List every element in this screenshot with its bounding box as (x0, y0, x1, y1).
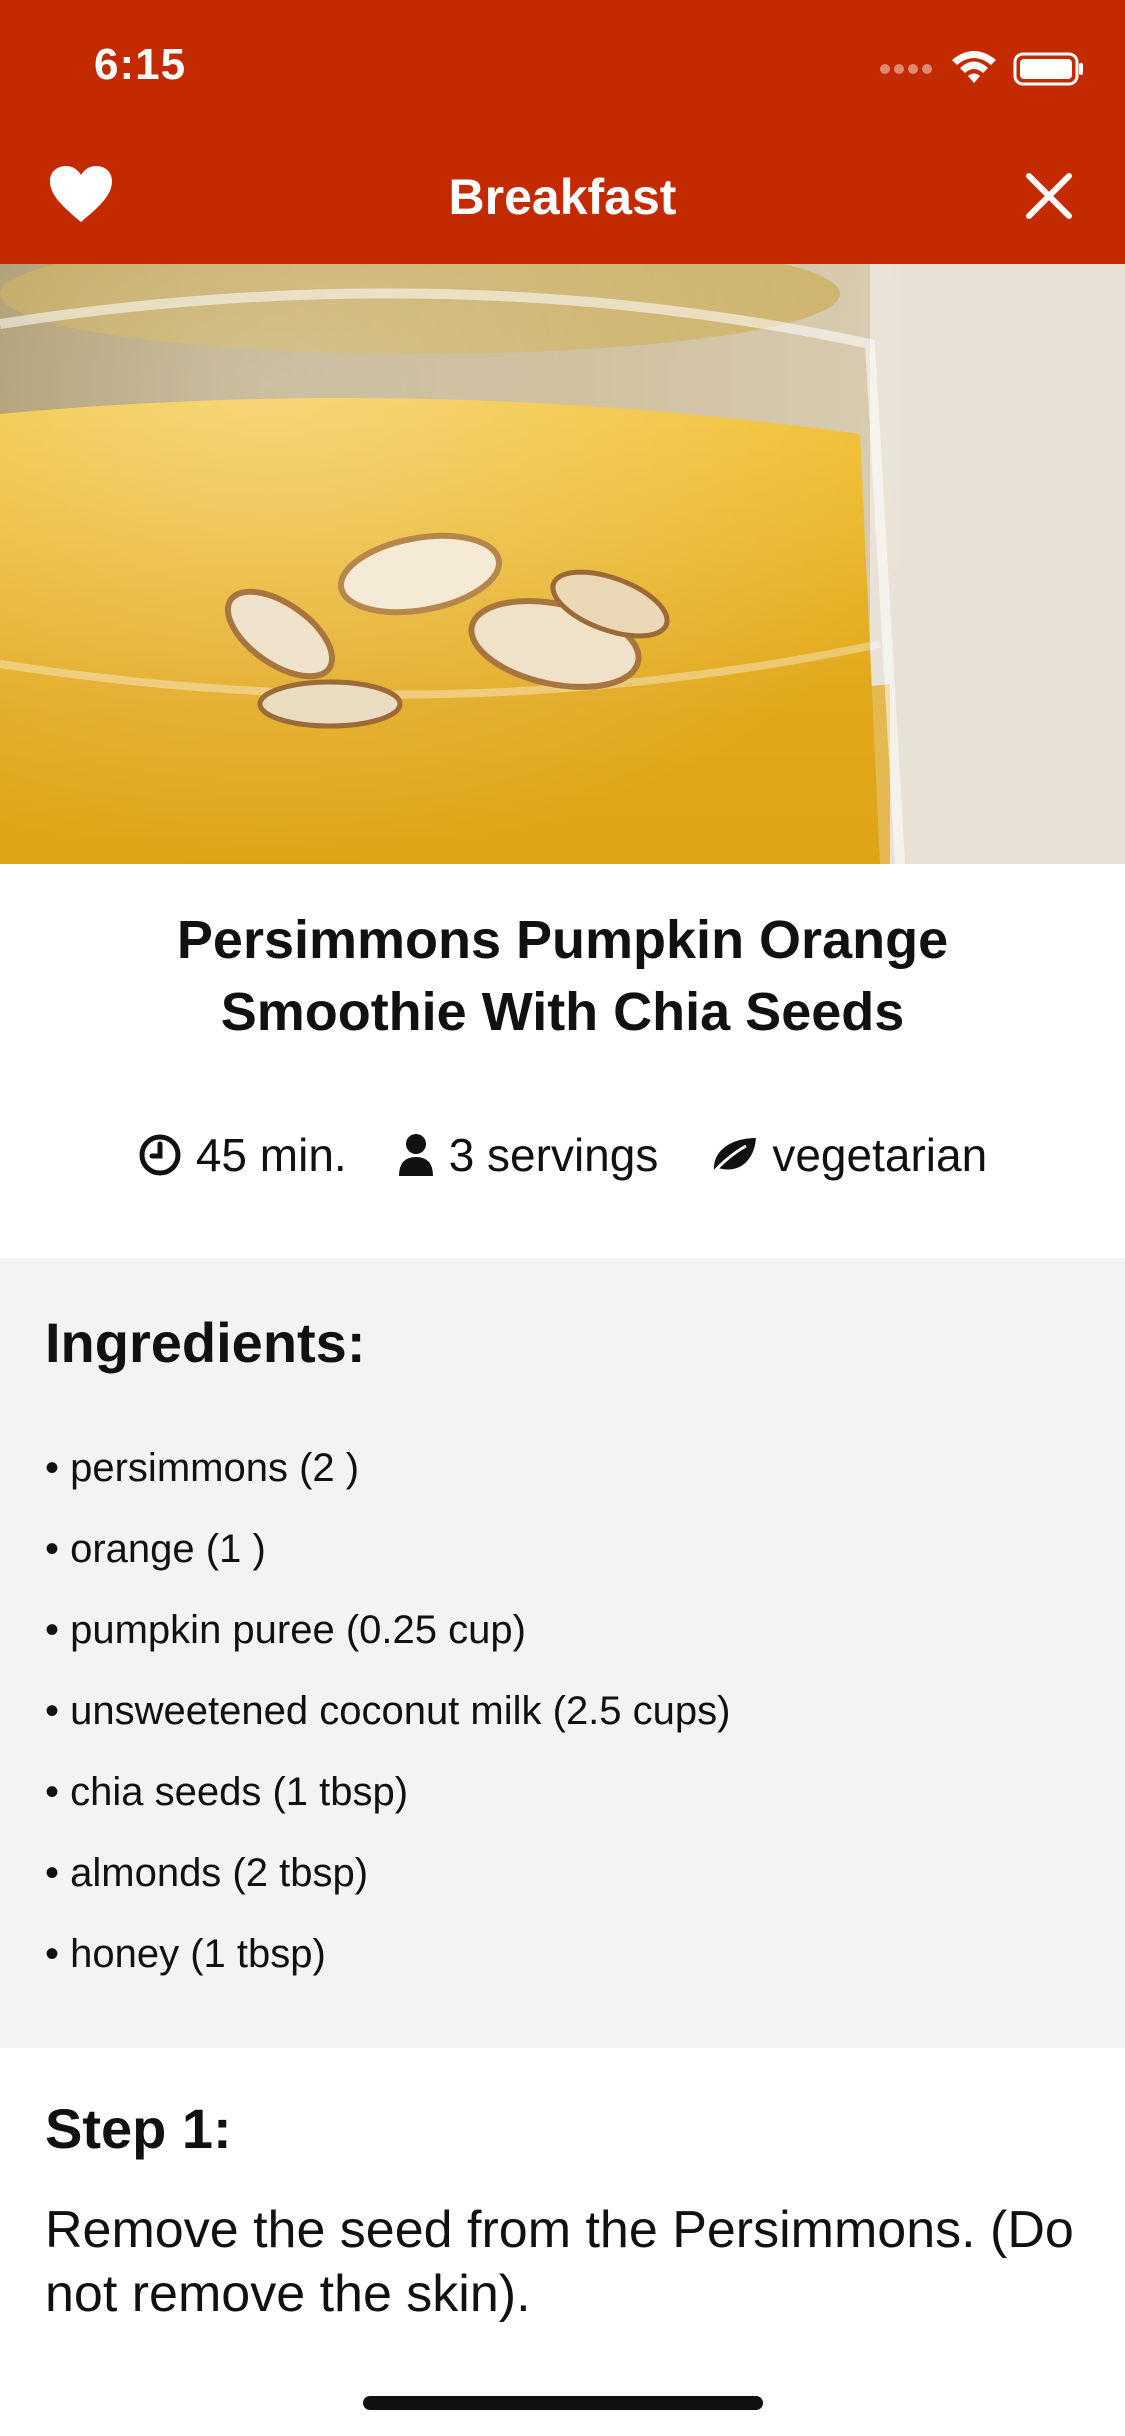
ingredient-item: • honey (1 tbsp) (45, 1932, 326, 1976)
prep-time-value: 45 min. (195, 1129, 347, 1181)
home-indicator[interactable] (363, 2396, 763, 2410)
servings: 3 servings (397, 1128, 659, 1182)
prep-time: 45 min. (138, 1128, 347, 1182)
diet-type: vegetarian (708, 1128, 987, 1182)
ingredient-item: • chia seeds (1 tbsp) (45, 1770, 409, 1814)
recipe-photo (0, 264, 1125, 864)
step-text: Remove the seed from the Persimmons. (Do… (45, 2201, 1074, 2323)
close-button[interactable] (1021, 168, 1077, 224)
smoothie-photo-illustration (0, 264, 1125, 864)
ingredient-item: • almonds (2 tbsp) (45, 1851, 369, 1895)
step-heading: Step 1: (45, 2097, 232, 2160)
nav-title: Breakfast (448, 169, 677, 225)
servings-value: 3 servings (448, 1129, 659, 1181)
clock-icon (139, 1134, 181, 1176)
close-icon (1026, 173, 1072, 219)
ingredients-list: • persimmons (2 ) • orange (1 ) • pumpki… (45, 1428, 730, 1995)
ingredient-item: • pumpkin puree (0.25 cup) (45, 1608, 526, 1652)
header-bar: 6:15 Breakfast (0, 0, 1125, 264)
ingredient-item: • unsweetened coconut milk (2.5 cups) (45, 1689, 731, 1733)
diet-value: vegetarian (772, 1129, 988, 1181)
step-section: Step 1: Remove the seed from the Persimm… (0, 2048, 1125, 2436)
signal-icon (880, 64, 932, 74)
ingredient-item: • persimmons (2 ) (45, 1446, 360, 1490)
ingredient-item: • orange (1 ) (45, 1527, 266, 1571)
recipe-title-text: Persimmons Pumpkin Orange Smoothie With … (176, 910, 949, 1042)
status-indicators (879, 44, 1085, 94)
wifi-icon (952, 51, 996, 83)
recipe-meta: 45 min. 3 servings vegetarian (0, 1128, 1125, 1182)
recipe-title: Persimmons Pumpkin Orange Smoothie With … (0, 904, 1125, 1048)
leaf-icon (711, 1138, 757, 1175)
recipe-title-block: Persimmons Pumpkin Orange Smoothie With … (0, 904, 1125, 1048)
status-time: 6:15 (94, 40, 187, 89)
ingredients-section: Ingredients: • persimmons (2 ) • orange … (0, 1258, 1125, 2048)
user-icon (398, 1134, 433, 1176)
ingredients-heading: Ingredients: (45, 1311, 366, 1374)
battery-icon (1013, 52, 1083, 86)
